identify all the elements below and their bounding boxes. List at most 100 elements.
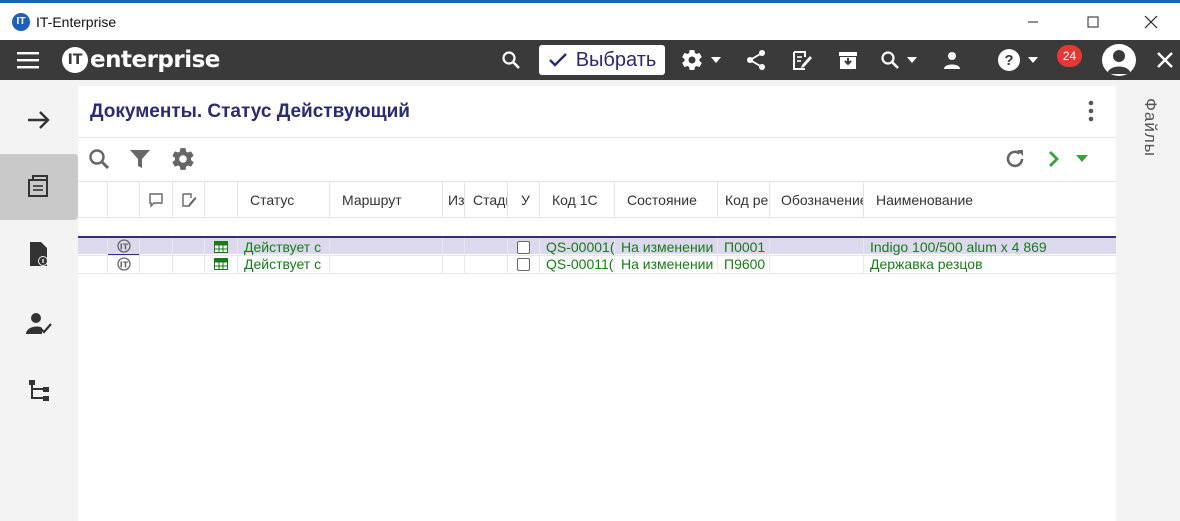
maximize-button[interactable] <box>1070 3 1116 40</box>
select-button[interactable]: Выбрать <box>539 45 665 75</box>
row-state: На изменении <box>615 238 718 256</box>
files-panel-label[interactable]: Файлы <box>1140 98 1160 157</box>
filter-icon[interactable] <box>127 146 153 172</box>
row-comment-cell <box>140 255 173 273</box>
row-designation <box>770 255 864 273</box>
document-panel: Документы. Статус Действующий Статус Мар… <box>78 86 1116 521</box>
row-stage <box>465 238 508 256</box>
edit-document-icon[interactable] <box>788 40 816 80</box>
comment-icon <box>149 193 163 208</box>
window-title: IT-Enterprise <box>36 13 117 30</box>
column-header-state[interactable]: Состояние <box>615 182 718 218</box>
chevron-down-icon[interactable] <box>1069 146 1095 172</box>
row-edit-cell <box>173 255 205 273</box>
arrow-right-icon <box>28 111 50 129</box>
column-header-edit[interactable] <box>173 182 205 218</box>
row-status: Действует с <box>238 238 330 256</box>
header-divider <box>78 217 1116 218</box>
menu-icon[interactable] <box>12 40 44 80</box>
account-icon[interactable] <box>1102 44 1136 76</box>
row-name: Indigo 100/500 alum x 4 869 <box>870 239 1047 255</box>
chevron-down-icon <box>907 57 917 63</box>
notifications-badge[interactable]: 24 <box>1057 45 1082 67</box>
main-toolbar: IT enterprise Выбрать ? <box>0 40 1180 80</box>
spreadsheet-icon <box>205 238 238 256</box>
search-dropdown[interactable] <box>874 40 924 80</box>
row-stage <box>465 255 508 273</box>
row-state: На изменении <box>615 255 718 273</box>
row-blank-cell <box>78 238 108 256</box>
column-header-blank <box>78 182 108 218</box>
row-edit-cell <box>173 238 205 256</box>
gear-icon <box>682 50 702 71</box>
left-sidebar <box>0 80 78 521</box>
minimize-button[interactable] <box>1010 3 1056 40</box>
sidebar-item-tree[interactable] <box>0 357 78 423</box>
svg-text:?: ? <box>1004 52 1013 69</box>
row-blank-cell <box>78 255 108 273</box>
tree-structure-icon <box>29 380 49 401</box>
svg-text:IT: IT <box>119 243 128 252</box>
sidebar-item-user-approval[interactable] <box>0 291 78 357</box>
refresh-icon[interactable] <box>1002 146 1028 172</box>
window-titlebar: IT IT-Enterprise <box>0 3 1180 40</box>
edit-note-icon <box>181 193 196 207</box>
column-header-status[interactable]: Статус <box>238 182 330 218</box>
search-icon[interactable] <box>497 40 525 80</box>
check-icon <box>548 53 567 67</box>
sidebar-item-documents[interactable] <box>0 154 78 220</box>
row-checkbox-cell[interactable] <box>508 238 540 256</box>
select-button-label: Выбрать <box>575 48 657 71</box>
svg-text:IT: IT <box>119 261 128 270</box>
share-icon[interactable] <box>742 40 770 80</box>
row-checkbox-cell[interactable] <box>508 255 540 273</box>
help-icon: ? <box>998 49 1020 71</box>
column-header-code-re[interactable]: Код ре <box>718 182 770 218</box>
column-header-stage[interactable]: Стади <box>465 182 508 218</box>
archive-icon[interactable] <box>834 40 862 80</box>
enterprise-logo: IT enterprise <box>62 44 220 76</box>
sidebar-item-navigate[interactable] <box>0 87 78 153</box>
app-logo-icon: IT <box>12 12 30 31</box>
column-header-icon <box>108 182 140 218</box>
close-icon[interactable] <box>1152 40 1178 80</box>
document-type-icon: IT <box>108 255 140 273</box>
row-code-re: П0001 <box>718 238 770 256</box>
logo-text: enterprise <box>90 47 220 73</box>
column-header-u[interactable]: У <box>508 182 540 218</box>
row-checkbox[interactable] <box>517 240 530 254</box>
settings-dropdown[interactable] <box>676 40 726 80</box>
sidebar-item-file-info[interactable] <box>0 221 78 287</box>
row-checkbox[interactable] <box>517 257 530 271</box>
spreadsheet-icon <box>205 255 238 273</box>
logo-mark: IT <box>62 47 88 73</box>
row-code-1c: QS-00011( <box>540 255 615 273</box>
row-iz <box>443 238 465 256</box>
table-settings-gear-icon[interactable] <box>170 146 196 172</box>
row-name: Державка резцов <box>870 256 983 272</box>
table-row[interactable]: IT Действует с QS-00001( На изменении П0… <box>78 236 1116 256</box>
column-header-route[interactable]: Маршрут <box>330 182 443 218</box>
column-header-code-1c[interactable]: Код 1С <box>540 182 615 218</box>
title-divider <box>78 137 1116 138</box>
chevron-right-icon[interactable] <box>1041 146 1067 172</box>
documents-icon <box>28 175 48 197</box>
table-search-icon[interactable] <box>86 146 112 172</box>
column-header-comment[interactable] <box>140 182 173 218</box>
window-close-button[interactable] <box>1128 3 1174 40</box>
column-header-designation[interactable]: Обозначение <box>770 182 864 218</box>
row-comment-cell <box>140 238 173 256</box>
files-panel[interactable]: Файлы <box>1122 86 1180 521</box>
table-row[interactable]: IT Действует с QS-00011( На изменении П9… <box>78 255 1116 273</box>
column-header-name[interactable]: Наименование <box>864 182 1116 218</box>
document-type-icon: IT <box>108 238 140 256</box>
row-divider <box>78 273 1116 274</box>
person-icon[interactable] <box>938 40 966 80</box>
more-vertical-icon[interactable] <box>1081 98 1101 124</box>
row-route <box>330 238 443 256</box>
help-dropdown[interactable]: ? <box>992 40 1044 80</box>
row-status: Действует с <box>238 255 330 273</box>
chevron-down-icon <box>1028 57 1038 63</box>
column-header-iz[interactable]: Из <box>443 182 465 218</box>
file-info-icon <box>30 242 48 266</box>
